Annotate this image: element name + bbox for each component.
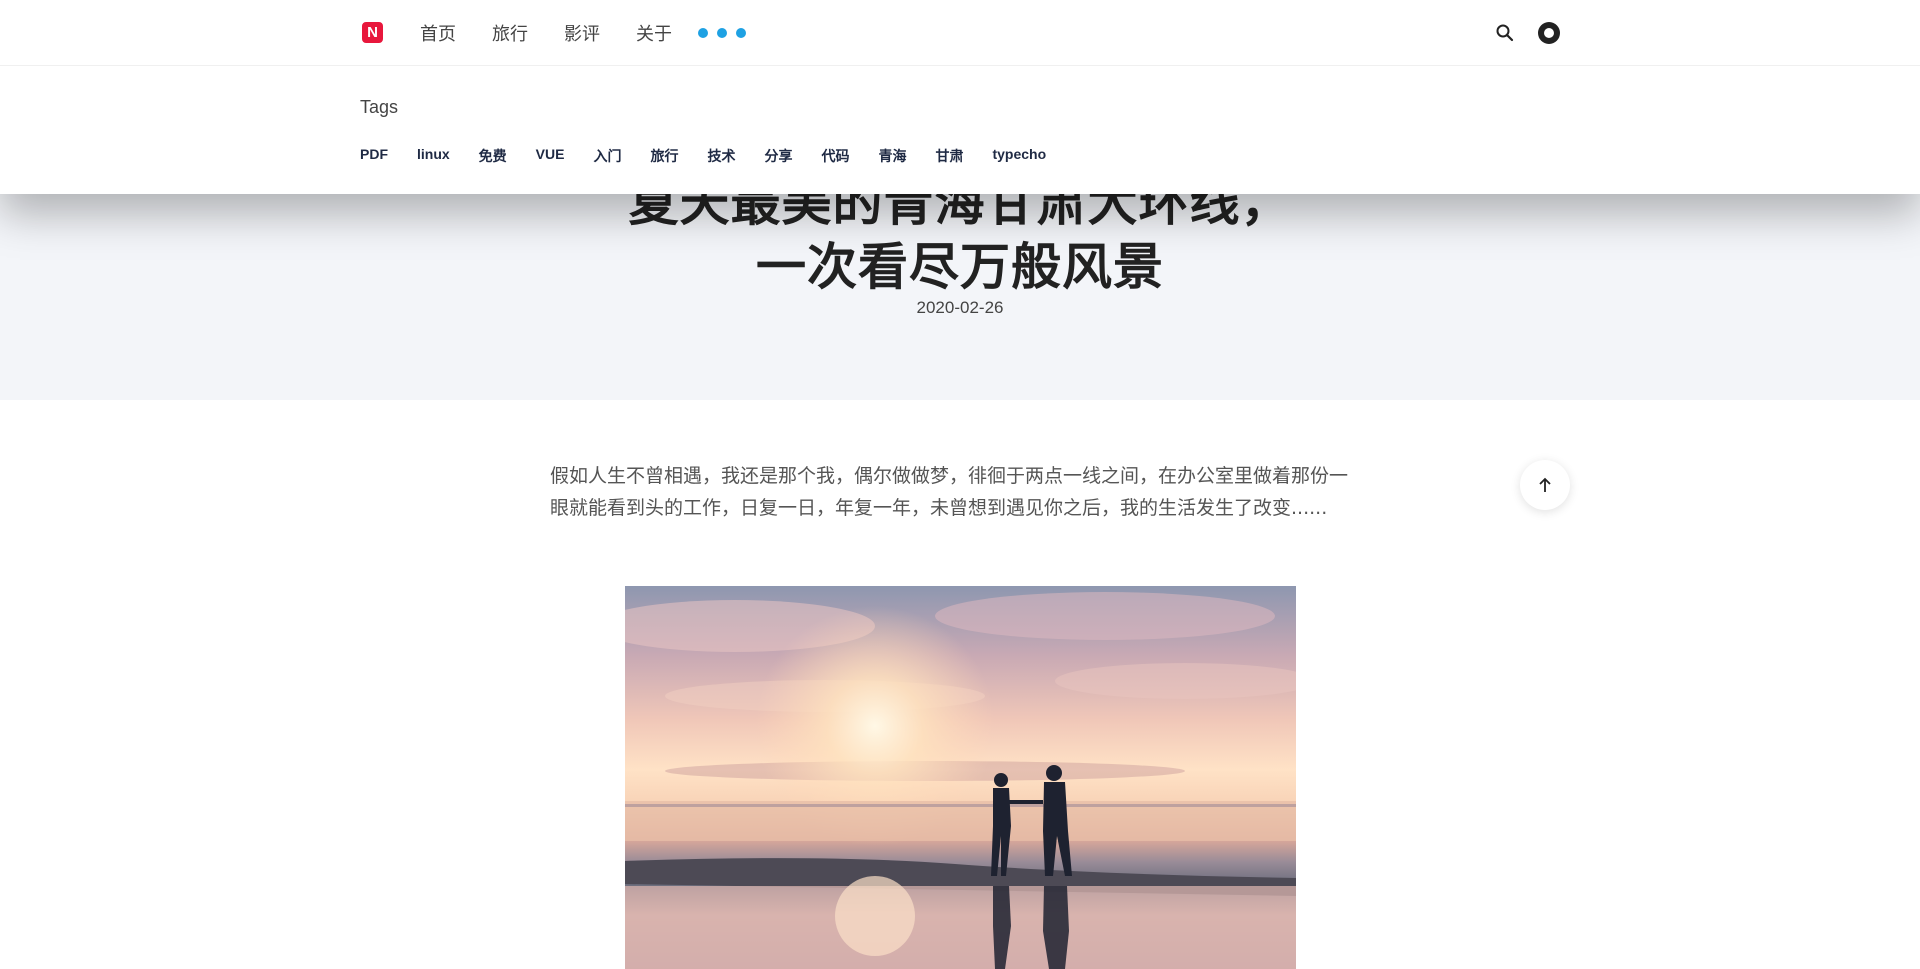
tags-title: Tags bbox=[360, 97, 399, 117]
post-photo bbox=[625, 586, 1296, 969]
top-navbar: N 首页 旅行 影评 关于 bbox=[0, 0, 1920, 66]
theme-toggle-icon[interactable] bbox=[1538, 22, 1560, 44]
tag-item[interactable]: 代码 bbox=[821, 146, 849, 166]
tag-item[interactable]: 入门 bbox=[593, 146, 621, 166]
tag-item[interactable]: 免费 bbox=[479, 146, 507, 166]
post-content: 假如人生不曾相遇，我还是那个我，偶尔做做梦，徘徊于两点一线之间，在办公室里做着那… bbox=[550, 460, 1365, 524]
tag-item[interactable]: 青海 bbox=[878, 146, 906, 166]
nav-item-travel[interactable]: 旅行 bbox=[492, 20, 528, 46]
more-dots-icon[interactable] bbox=[698, 28, 746, 38]
tags-dropdown: Tags PDF linux 免费 VUE 入门 旅行 技术 分享 代码 青海 … bbox=[0, 66, 1920, 194]
main-nav: 首页 旅行 影评 关于 bbox=[420, 0, 746, 66]
tag-item[interactable]: PDF bbox=[360, 146, 388, 166]
nav-item-review[interactable]: 影评 bbox=[564, 20, 600, 46]
nav-item-home[interactable]: 首页 bbox=[420, 20, 456, 46]
tag-item[interactable]: 甘肃 bbox=[935, 146, 963, 166]
tag-item[interactable]: typecho bbox=[992, 146, 1046, 166]
tag-item[interactable]: 旅行 bbox=[650, 146, 678, 166]
tag-item[interactable]: linux bbox=[417, 146, 450, 166]
post-title-line-2: 一次看尽万般风景 bbox=[756, 238, 1164, 296]
beach-sunset-image bbox=[625, 592, 1296, 969]
arrow-up-icon bbox=[1539, 477, 1551, 492]
back-to-top-button[interactable] bbox=[1520, 460, 1570, 510]
tag-item[interactable]: 技术 bbox=[707, 146, 735, 166]
post-date: 2020-02-26 bbox=[916, 298, 1004, 317]
site-logo[interactable]: N bbox=[362, 22, 383, 43]
nav-item-about[interactable]: 关于 bbox=[636, 20, 672, 46]
post-excerpt: 假如人生不曾相遇，我还是那个我，偶尔做做梦，徘徊于两点一线之间，在办公室里做着那… bbox=[550, 465, 1349, 519]
tag-item[interactable]: VUE bbox=[536, 146, 565, 166]
search-icon[interactable] bbox=[1495, 23, 1515, 43]
tag-item[interactable]: 分享 bbox=[764, 146, 792, 166]
tag-list: PDF linux 免费 VUE 入门 旅行 技术 分享 代码 青海 甘肃 ty… bbox=[360, 146, 1075, 166]
